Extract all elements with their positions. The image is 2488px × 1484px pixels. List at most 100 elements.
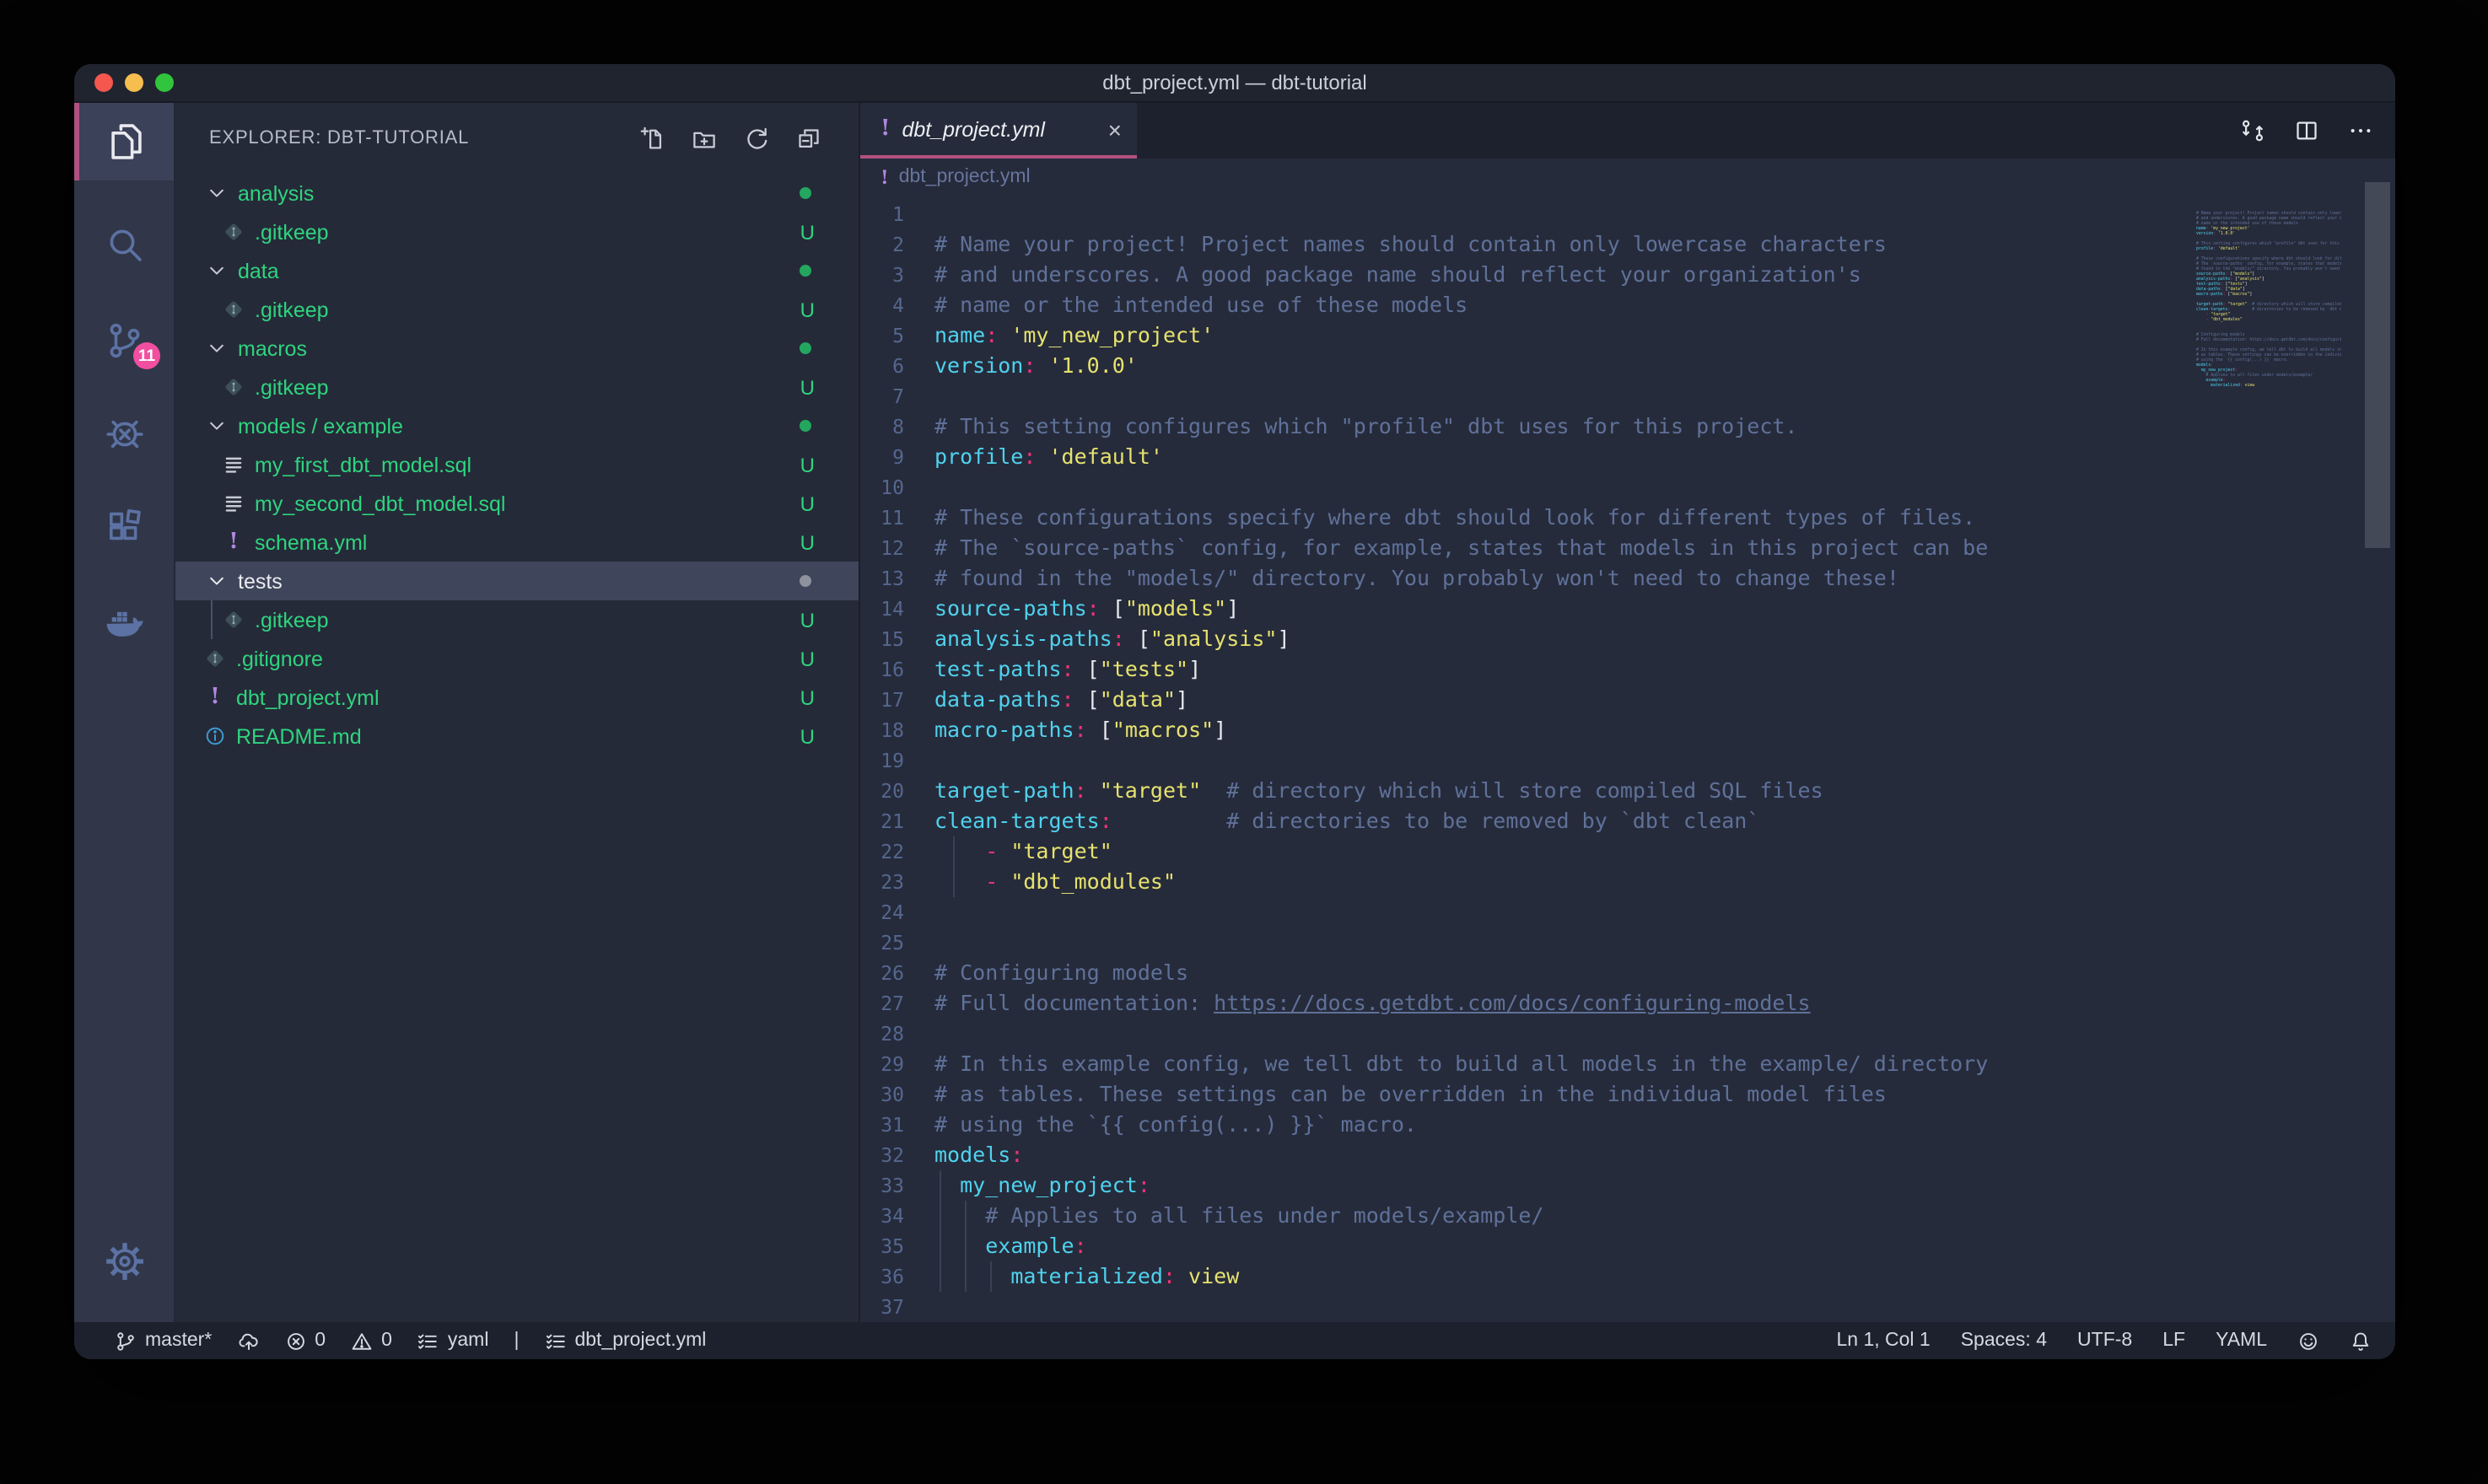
activity-item-extensions[interactable] bbox=[74, 487, 174, 565]
close-tab-icon[interactable]: × bbox=[1108, 117, 1122, 141]
status-language-mode[interactable]: YAML bbox=[2216, 1331, 2267, 1351]
status-warnings[interactable]: 0 bbox=[351, 1330, 392, 1352]
tree-folder-analysis[interactable]: analysis bbox=[175, 174, 859, 212]
code-line[interactable]: 13# found in the "models/" directory. Yo… bbox=[860, 563, 2395, 594]
code-line[interactable]: 37 bbox=[860, 1292, 2395, 1322]
code-line[interactable]: 4# name or the intended use of these mod… bbox=[860, 290, 2395, 320]
code-line[interactable]: 15analysis-paths: ["analysis"] bbox=[860, 624, 2395, 654]
code-line[interactable]: 32models: bbox=[860, 1140, 2395, 1170]
tree-item-readme-md[interactable]: README.mdU bbox=[175, 717, 859, 755]
code-line[interactable]: 3# and underscores. A good package name … bbox=[860, 260, 2395, 290]
info-file-icon bbox=[204, 725, 226, 747]
code-line[interactable]: 35 example: bbox=[860, 1231, 2395, 1261]
tree-item-my-second-dbt-model-sql[interactable]: my_second_dbt_model.sqlU bbox=[175, 484, 859, 523]
more-actions-button[interactable] bbox=[2348, 118, 2373, 143]
code-line[interactable]: 18macro-paths: ["macros"] bbox=[860, 715, 2395, 745]
scrollbar-thumb[interactable] bbox=[2365, 182, 2390, 548]
code-line[interactable]: 14source-paths: ["models"] bbox=[860, 594, 2395, 624]
line-number: 15 bbox=[860, 624, 904, 654]
code-line[interactable]: 31# using the `{{ config(...) }}` macro. bbox=[860, 1110, 2395, 1140]
code-line[interactable]: 9profile: 'default' bbox=[860, 442, 2395, 472]
file-label: .gitkeep bbox=[255, 220, 329, 244]
code-line[interactable]: 21clean-targets: # directories to be rem… bbox=[860, 806, 2395, 836]
code-line[interactable]: 34 # Applies to all files under models/e… bbox=[860, 1201, 2395, 1231]
code-line[interactable]: 11# These configurations specify where d… bbox=[860, 503, 2395, 533]
tree-folder-models-example[interactable]: models / example bbox=[175, 406, 859, 445]
code-line[interactable]: 16test-paths: ["tests"] bbox=[860, 654, 2395, 685]
code-line[interactable]: 6version: '1.0.0' bbox=[860, 351, 2395, 381]
status-linter-yaml[interactable]: yaml bbox=[417, 1330, 489, 1352]
tab-dbt-project-yml[interactable]: ! dbt_project.yml × bbox=[860, 103, 1137, 159]
split-editor-button[interactable] bbox=[2294, 118, 2319, 143]
activity-item-search[interactable] bbox=[74, 206, 174, 283]
zoom-window-button[interactable] bbox=[155, 73, 174, 92]
activity-item-source-control[interactable]: 11 bbox=[74, 302, 174, 379]
code-line[interactable]: 1 bbox=[860, 199, 2395, 229]
code-line[interactable]: 12# The `source-paths` config, for examp… bbox=[860, 533, 2395, 563]
new-file-button[interactable] bbox=[639, 126, 665, 151]
status-encoding[interactable]: UTF-8 bbox=[2077, 1331, 2132, 1351]
code-line[interactable]: 28 bbox=[860, 1019, 2395, 1049]
status-eol[interactable]: LF bbox=[2162, 1331, 2185, 1351]
status-cursor-position[interactable]: Ln 1, Col 1 bbox=[1836, 1331, 1930, 1351]
code-line[interactable]: 10 bbox=[860, 472, 2395, 503]
smiley-icon bbox=[2297, 1330, 2319, 1352]
code-line[interactable]: 36 materialized: view bbox=[860, 1261, 2395, 1292]
close-window-button[interactable] bbox=[94, 73, 113, 92]
minimize-window-button[interactable] bbox=[125, 73, 143, 92]
activity-item-explorer[interactable] bbox=[74, 103, 174, 180]
tree-item-gitignore[interactable]: .gitignoreU bbox=[175, 639, 859, 678]
tree-folder-data[interactable]: data bbox=[175, 251, 859, 290]
code-line[interactable]: 30# as tables. These settings can be ove… bbox=[860, 1079, 2395, 1110]
tree-item-gitkeep[interactable]: .gitkeepU bbox=[175, 600, 859, 639]
open-changes-button[interactable] bbox=[2240, 118, 2265, 143]
tree-item-gitkeep[interactable]: .gitkeepU bbox=[175, 368, 859, 406]
code-line[interactable]: 24 bbox=[860, 897, 2395, 928]
code-editor[interactable]: 12# Name your project! Project names sho… bbox=[860, 196, 2395, 1322]
code-line[interactable]: 22 - "target" bbox=[860, 836, 2395, 867]
code-line[interactable]: 29# In this example config, we tell dbt … bbox=[860, 1049, 2395, 1079]
status-indentation[interactable]: Spaces: 4 bbox=[1961, 1331, 2047, 1351]
git-status-dot bbox=[800, 575, 811, 587]
code-line[interactable]: 8# This setting configures which "profil… bbox=[860, 411, 2395, 442]
activity-item-settings[interactable] bbox=[74, 1223, 174, 1300]
code-line[interactable]: 17data-paths: ["data"] bbox=[860, 685, 2395, 715]
tree-item-gitkeep[interactable]: .gitkeepU bbox=[175, 290, 859, 329]
code-line[interactable]: 5name: 'my_new_project' bbox=[860, 320, 2395, 351]
split-editor-icon bbox=[2294, 118, 2319, 143]
status-notifications[interactable] bbox=[2350, 1330, 2372, 1352]
breadcrumb-item[interactable]: dbt_project.yml bbox=[899, 167, 1031, 187]
status-feedback[interactable] bbox=[2297, 1330, 2319, 1352]
tree-item-schema-yml[interactable]: !schema.ymlU bbox=[175, 523, 859, 562]
collapse-folders-button[interactable] bbox=[796, 126, 821, 151]
minimap[interactable]: # Name your project! Project names shoul… bbox=[2196, 206, 2341, 393]
status-linter-file[interactable]: dbt_project.yml bbox=[544, 1330, 706, 1352]
activity-item-debug[interactable] bbox=[74, 393, 174, 470]
code-line[interactable]: 33 my_new_project: bbox=[860, 1170, 2395, 1201]
tree-item-my-first-dbt-model-sql[interactable]: my_first_dbt_model.sqlU bbox=[175, 445, 859, 484]
status-git-branch[interactable]: master* bbox=[115, 1330, 212, 1352]
code-line[interactable]: 27# Full documentation: https://docs.get… bbox=[860, 988, 2395, 1019]
activity-item-docker[interactable] bbox=[74, 582, 174, 659]
tree-item-dbt-project-yml[interactable]: !dbt_project.ymlU bbox=[175, 678, 859, 717]
code-line[interactable]: 20target-path: "target" # directory whic… bbox=[860, 776, 2395, 806]
docker-icon bbox=[104, 600, 144, 641]
code-line[interactable]: 26# Configuring models bbox=[860, 958, 2395, 988]
code-line[interactable]: 23 - "dbt_modules" bbox=[860, 867, 2395, 897]
code-line[interactable]: 19 bbox=[860, 745, 2395, 776]
code-text: data-paths: ["data"] bbox=[934, 685, 1188, 715]
code-line[interactable]: 7 bbox=[860, 381, 2395, 411]
refresh-explorer-button[interactable] bbox=[744, 126, 769, 151]
tree-item-gitkeep[interactable]: .gitkeepU bbox=[175, 212, 859, 251]
line-number: 21 bbox=[860, 806, 904, 836]
code-line[interactable]: 2# Name your project! Project names shou… bbox=[860, 229, 2395, 260]
breadcrumb[interactable]: ! dbt_project.yml bbox=[860, 159, 2395, 196]
status-errors[interactable]: 0 bbox=[284, 1330, 326, 1352]
tree-folder-macros[interactable]: macros bbox=[175, 329, 859, 368]
new-folder-button[interactable] bbox=[692, 126, 717, 151]
indent-guide bbox=[965, 1261, 967, 1292]
code-line[interactable]: 25 bbox=[860, 928, 2395, 958]
tree-folder-tests[interactable]: tests bbox=[175, 562, 859, 600]
status-sync-changes[interactable] bbox=[237, 1330, 259, 1352]
indent-guide bbox=[940, 1261, 941, 1292]
